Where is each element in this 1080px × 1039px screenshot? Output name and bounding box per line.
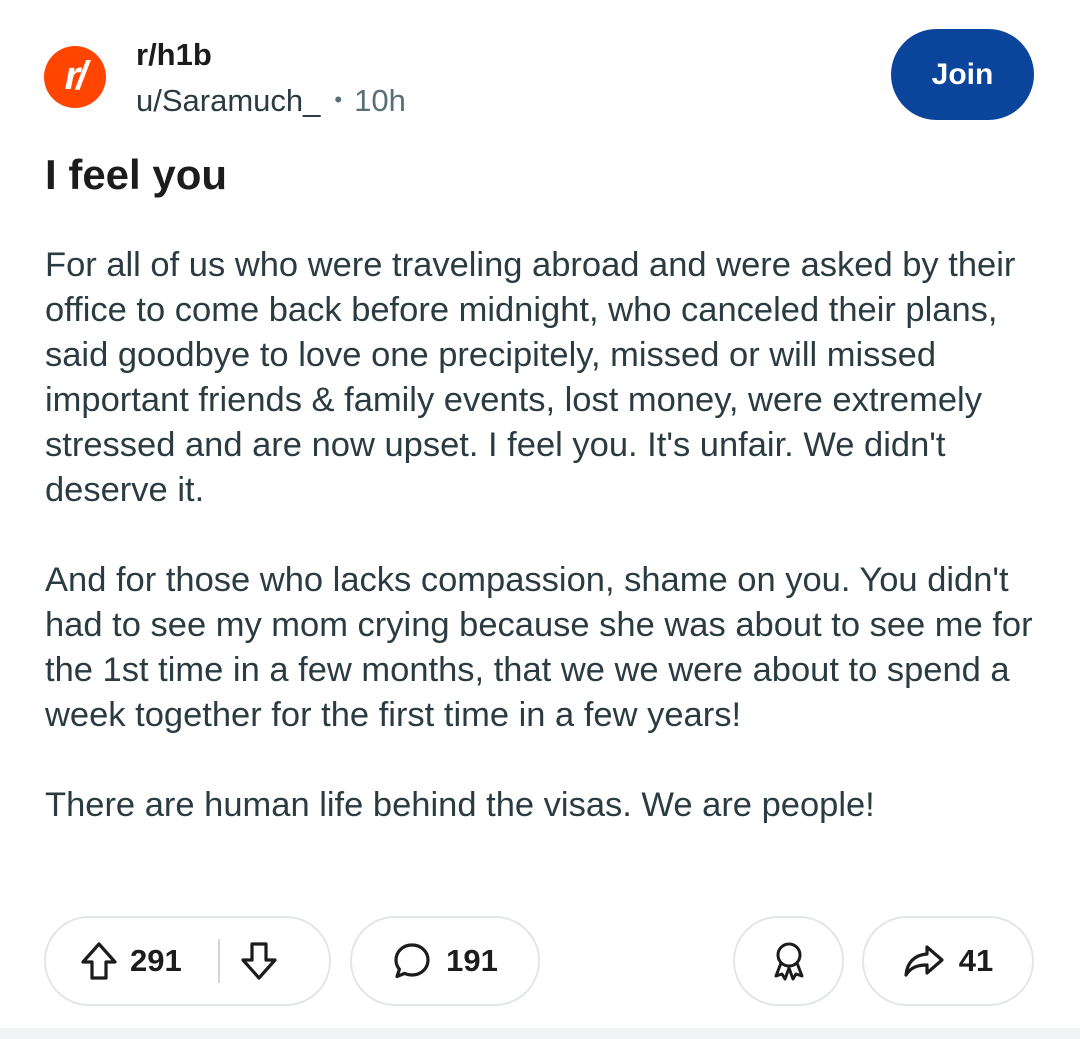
- share-button[interactable]: 41: [862, 916, 1034, 1006]
- vote-bar: 291: [44, 916, 331, 1006]
- post-paragraph: There are human life behind the visas. W…: [45, 786, 875, 824]
- post-body: For all of us who were traveling abroad …: [45, 243, 1045, 828]
- award-button[interactable]: [733, 916, 844, 1006]
- post-age: 10h: [354, 83, 406, 118]
- feed-divider: [0, 1028, 1080, 1039]
- subreddit-avatar[interactable]: r/: [44, 46, 106, 108]
- share-count: 41: [958, 943, 994, 978]
- arrow-up-icon: [81, 942, 117, 980]
- post-card: r/ r/h1b u/Saramuch_ • 10h Join I feel you…: [0, 0, 1080, 1028]
- vote-divider: [217, 939, 220, 983]
- join-button[interactable]: Join: [891, 29, 1034, 120]
- award-ribbon-icon: [774, 942, 803, 981]
- author-username[interactable]: u/Saramuch_: [136, 83, 320, 118]
- arrow-down-icon: [241, 942, 277, 980]
- post-paragraph: And for those who lacks compassion, sham…: [45, 561, 1033, 734]
- downvote-button[interactable]: [240, 941, 278, 981]
- vote-score: 291: [130, 943, 182, 978]
- post-meta: u/Saramuch_ • 10h: [136, 82, 406, 119]
- upvote-button[interactable]: [80, 941, 118, 981]
- meta-separator: •: [334, 87, 343, 112]
- comment-count: 191: [446, 943, 498, 978]
- post-title[interactable]: I feel you: [45, 150, 227, 200]
- post-paragraph: For all of us who were traveling abroad …: [45, 246, 1016, 509]
- comments-button[interactable]: 191: [350, 916, 540, 1006]
- speech-bubble-icon: [394, 943, 430, 979]
- share-arrow-icon: [904, 945, 944, 977]
- subreddit-avatar-glyph: r/: [64, 54, 88, 98]
- subreddit-name[interactable]: r/h1b: [136, 36, 212, 73]
